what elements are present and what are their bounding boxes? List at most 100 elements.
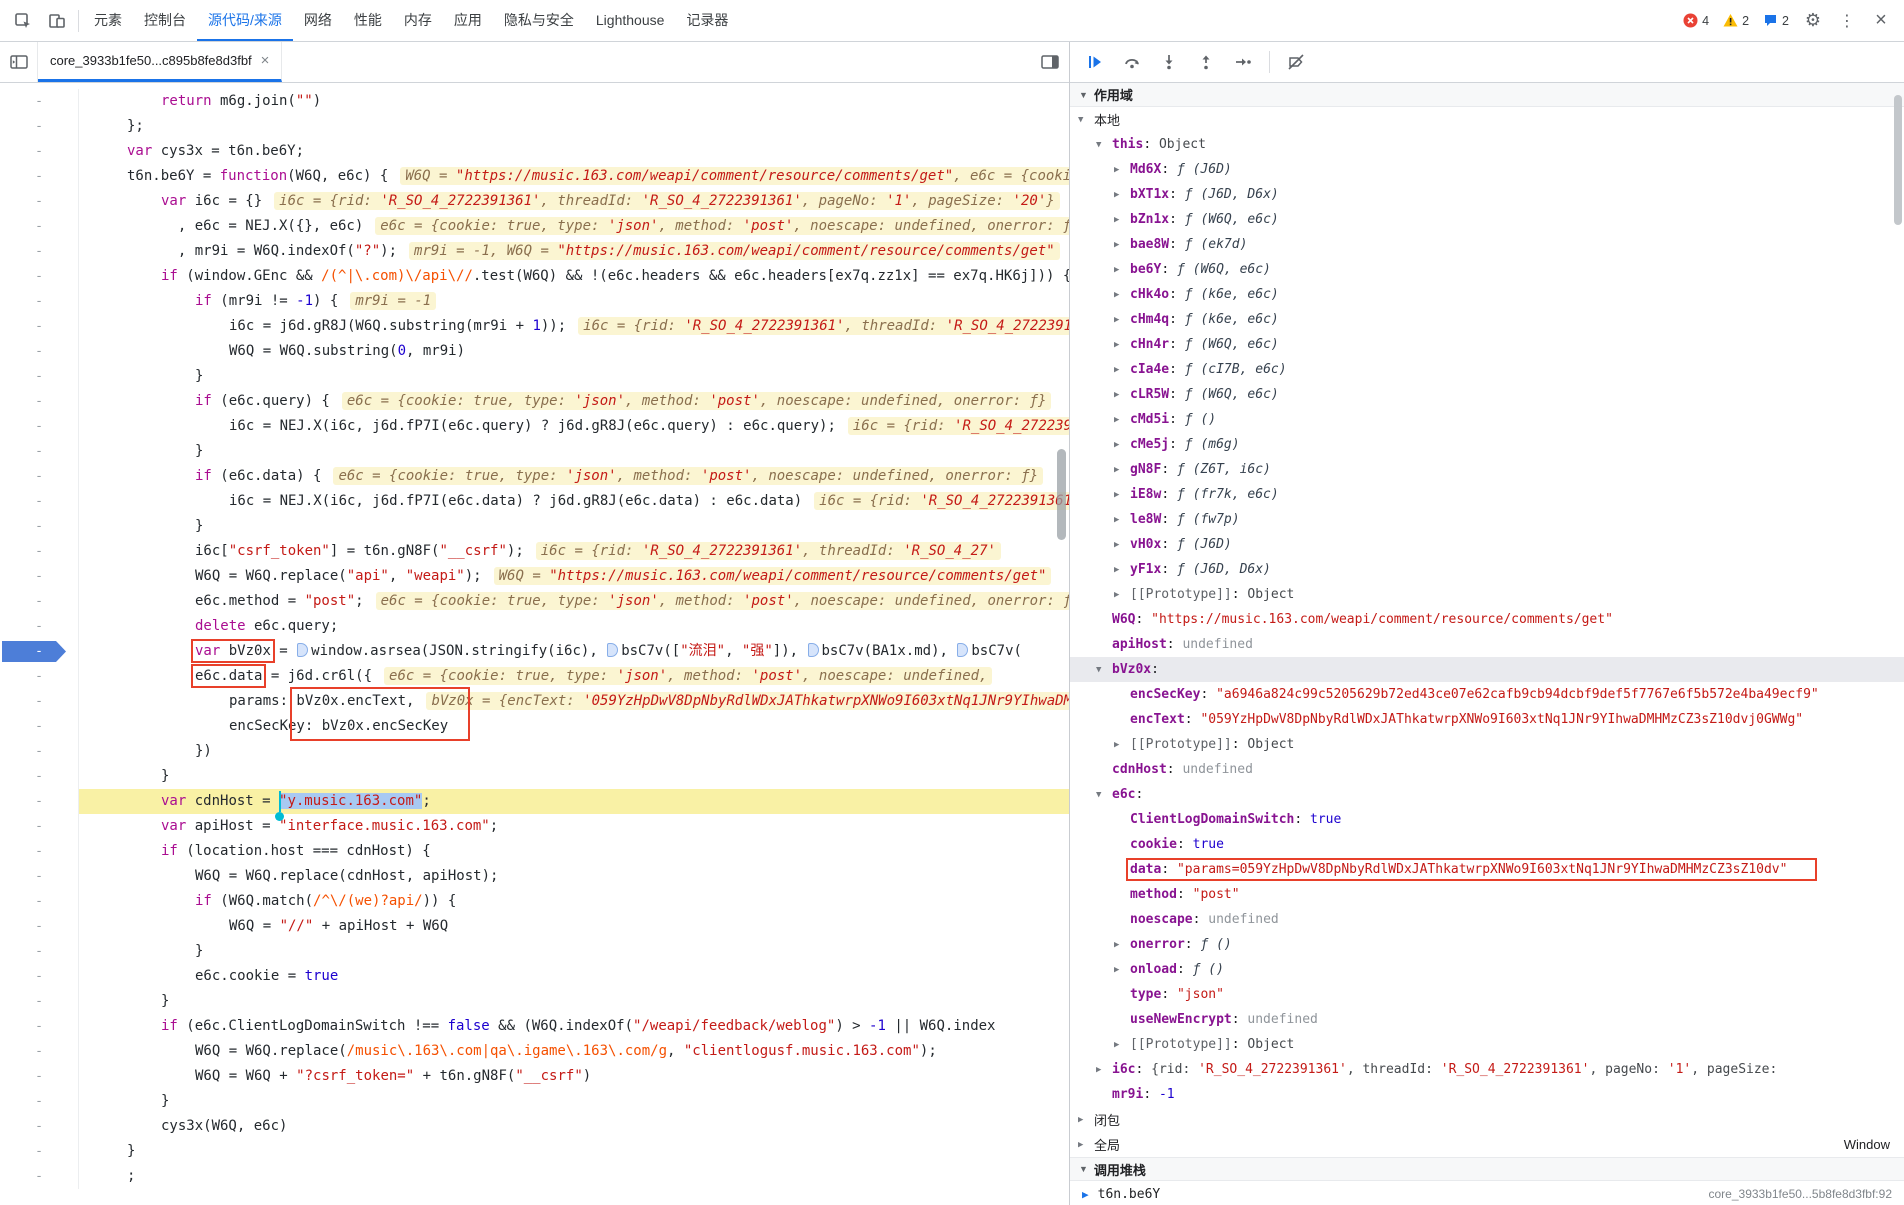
disclosure-triangle-icon[interactable]: ▶ xyxy=(1114,290,1130,300)
scope-property-row[interactable]: ClientLogDomainSwitch: true xyxy=(1070,807,1904,832)
gutter-cell[interactable]: - xyxy=(0,814,79,839)
gutter-cell[interactable]: - xyxy=(0,1114,79,1139)
tab-elements[interactable]: 元素 xyxy=(83,0,133,41)
tab-recorder[interactable]: 记录器 xyxy=(675,0,739,41)
scope-property-row[interactable]: ▶ cHn4r: ƒ (W6Q, e6c) xyxy=(1070,332,1904,357)
warning-badge[interactable]: 2 xyxy=(1723,13,1749,28)
gutter-cell[interactable]: - xyxy=(0,189,79,214)
code-text[interactable]: var cys3x = t6n.be6Y; xyxy=(79,139,1069,164)
disclosure-triangle-icon[interactable]: ▶ xyxy=(1114,965,1130,975)
scope-property-row[interactable]: ▶ onload: ƒ () xyxy=(1070,957,1904,982)
gutter-cell[interactable]: - xyxy=(0,389,79,414)
close-devtools-button[interactable]: × xyxy=(1864,4,1898,38)
code-text[interactable]: W6Q = W6Q.substring(0, mr9i) xyxy=(79,339,1069,364)
step-button[interactable] xyxy=(1228,47,1258,77)
disclosure-triangle-icon[interactable]: ▶ xyxy=(1114,190,1130,200)
scope-property-row[interactable]: apiHost: undefined xyxy=(1070,632,1904,657)
disclosure-triangle-icon[interactable]: ▼ xyxy=(1096,790,1112,800)
gutter-cell[interactable]: - xyxy=(0,914,79,939)
code-text[interactable]: e6c.cookie = true xyxy=(79,964,1069,989)
gutter-cell[interactable]: - xyxy=(0,664,79,689)
tab-console[interactable]: 控制台 xyxy=(133,0,197,41)
callstack-frame[interactable]: ▶ t6n.be6Y core_3933b1fe50...5b8fe8d3fbf… xyxy=(1070,1181,1904,1205)
code-text[interactable]: } xyxy=(79,364,1069,389)
code-text[interactable]: var i6c = {} i6c = {rid: 'R_SO_4_27223913… xyxy=(79,189,1069,214)
code-text[interactable]: } xyxy=(79,939,1069,964)
scope-property-row[interactable]: data: "params=059YzHpDwV8DpNbyRdlWDxJATh… xyxy=(1070,857,1904,882)
gutter-cell[interactable]: - xyxy=(0,689,79,714)
tab-lighthouse[interactable]: Lighthouse xyxy=(585,0,676,41)
gutter-cell[interactable]: - xyxy=(0,364,79,389)
error-badge[interactable]: 4 xyxy=(1683,13,1709,28)
scope-property-row[interactable]: W6Q: "https://music.163.com/weapi/commen… xyxy=(1070,607,1904,632)
code-text[interactable]: var apiHost = "interface.music.163.com"; xyxy=(79,814,1069,839)
disclosure-triangle-icon[interactable]: ▶ xyxy=(1114,165,1130,175)
disclosure-triangle-icon[interactable]: ▶ xyxy=(1114,240,1130,250)
gutter-cell[interactable]: - xyxy=(0,989,79,1014)
sidebar-scrollbar-thumb[interactable] xyxy=(1894,95,1902,225)
code-text[interactable]: }) xyxy=(79,739,1069,764)
code-text[interactable]: var cdnHost = "y.music.163.com"; xyxy=(79,789,1069,814)
inline-breakpoint-marker[interactable] xyxy=(957,643,969,657)
disclosure-triangle-icon[interactable]: ▶ xyxy=(1114,465,1130,475)
code-text[interactable]: } xyxy=(79,514,1069,539)
editor-scrollbar[interactable] xyxy=(1055,83,1068,1205)
more-options-button[interactable]: ⋮ xyxy=(1830,4,1864,38)
gutter-cell[interactable]: - xyxy=(0,314,79,339)
scope-property-row[interactable]: ▼ this: Object xyxy=(1070,132,1904,157)
tab-network[interactable]: 网络 xyxy=(293,0,343,41)
gutter-cell[interactable]: - xyxy=(0,164,79,189)
gutter-cell[interactable]: - xyxy=(0,964,79,989)
disclosure-triangle-icon[interactable]: ▶ xyxy=(1114,415,1130,425)
code-text[interactable]: i6c = NEJ.X(i6c, j6d.fP7I(e6c.data) ? j6… xyxy=(79,489,1069,514)
sidebar-scrollbar[interactable] xyxy=(1892,83,1904,1205)
tab-sources[interactable]: 源代码/来源 xyxy=(197,0,293,41)
gutter-cell[interactable]: - xyxy=(0,114,79,139)
disclosure-triangle-icon[interactable]: ▶ xyxy=(1114,440,1130,450)
gutter-cell[interactable]: - xyxy=(0,414,79,439)
scope-group-row[interactable]: ▶ 全局 Window xyxy=(1070,1132,1904,1157)
scope-property-row[interactable]: ▶ cLR5W: ƒ (W6Q, e6c) xyxy=(1070,382,1904,407)
disclosure-triangle-icon[interactable]: ▶ xyxy=(1114,740,1130,750)
tab-memory[interactable]: 内存 xyxy=(393,0,443,41)
scope-property-row[interactable]: ▼ bVz0x: xyxy=(1070,657,1904,682)
gutter-cell[interactable]: - xyxy=(0,564,79,589)
navigator-toggle-button[interactable] xyxy=(0,42,38,82)
inline-breakpoint-marker[interactable] xyxy=(807,643,819,657)
gutter-cell[interactable]: - xyxy=(0,739,79,764)
scope-group-row[interactable]: ▶ 闭包 xyxy=(1070,1107,1904,1132)
gutter-cell[interactable]: - xyxy=(0,239,79,264)
scope-property-row[interactable]: cookie: true xyxy=(1070,832,1904,857)
code-text[interactable]: if (e6c.data) {e6c = {cookie: true, type… xyxy=(79,464,1069,489)
messages-badge[interactable]: 2 xyxy=(1763,13,1789,28)
code-text[interactable]: if (location.host === cdnHost) { xyxy=(79,839,1069,864)
gutter-cell[interactable]: - xyxy=(0,889,79,914)
gutter-cell[interactable]: - xyxy=(0,464,79,489)
gutter-cell[interactable]: - xyxy=(0,1139,79,1164)
disclosure-triangle-icon[interactable]: ▼ xyxy=(1078,115,1094,125)
scope-property-row[interactable]: ▶ yF1x: ƒ (J6D, D6x) xyxy=(1070,557,1904,582)
code-text[interactable]: t6n.be6Y = function(W6Q, e6c) {W6Q = "ht… xyxy=(79,164,1069,189)
gutter-cell[interactable]: - xyxy=(0,1089,79,1114)
scope-property-row[interactable]: ▼ e6c: xyxy=(1070,782,1904,807)
gutter-cell[interactable]: - xyxy=(0,214,79,239)
scope-property-row[interactable]: ▶ cHm4q: ƒ (k6e, e6c) xyxy=(1070,307,1904,332)
code-text[interactable]: if (e6c.ClientLogDomainSwitch !== false … xyxy=(79,1014,1069,1039)
scope-property-row[interactable]: ▶ bZn1x: ƒ (W6Q, e6c) xyxy=(1070,207,1904,232)
scope-section-header[interactable]: ▼ 作用域 xyxy=(1070,83,1904,107)
gutter-cell[interactable]: - xyxy=(0,1039,79,1064)
scope-property-row[interactable]: ▶ cHk4o: ƒ (k6e, e6c) xyxy=(1070,282,1904,307)
gutter-cell[interactable]: - xyxy=(0,139,79,164)
code-text[interactable]: W6Q = W6Q.replace("api", "weapi"); W6Q = … xyxy=(79,564,1069,589)
editor-scrollbar-thumb[interactable] xyxy=(1057,449,1066,540)
gutter-cell[interactable]: - xyxy=(0,839,79,864)
gutter-cell[interactable]: - xyxy=(0,289,79,314)
code-text[interactable]: cys3x(W6Q, e6c) xyxy=(79,1114,1069,1139)
gutter-cell[interactable]: - xyxy=(0,714,79,739)
scope-property-row[interactable]: ▶ bXT1x: ƒ (J6D, D6x) xyxy=(1070,182,1904,207)
settings-button[interactable]: ⚙ xyxy=(1796,4,1830,38)
code-text[interactable]: return m6g.join("") xyxy=(79,89,1069,114)
scope-property-row[interactable]: useNewEncrypt: undefined xyxy=(1070,1007,1904,1032)
scope-property-row[interactable]: ▶ Md6X: ƒ (J6D) xyxy=(1070,157,1904,182)
scope-property-row[interactable]: ▶ iE8w: ƒ (fr7k, e6c) xyxy=(1070,482,1904,507)
